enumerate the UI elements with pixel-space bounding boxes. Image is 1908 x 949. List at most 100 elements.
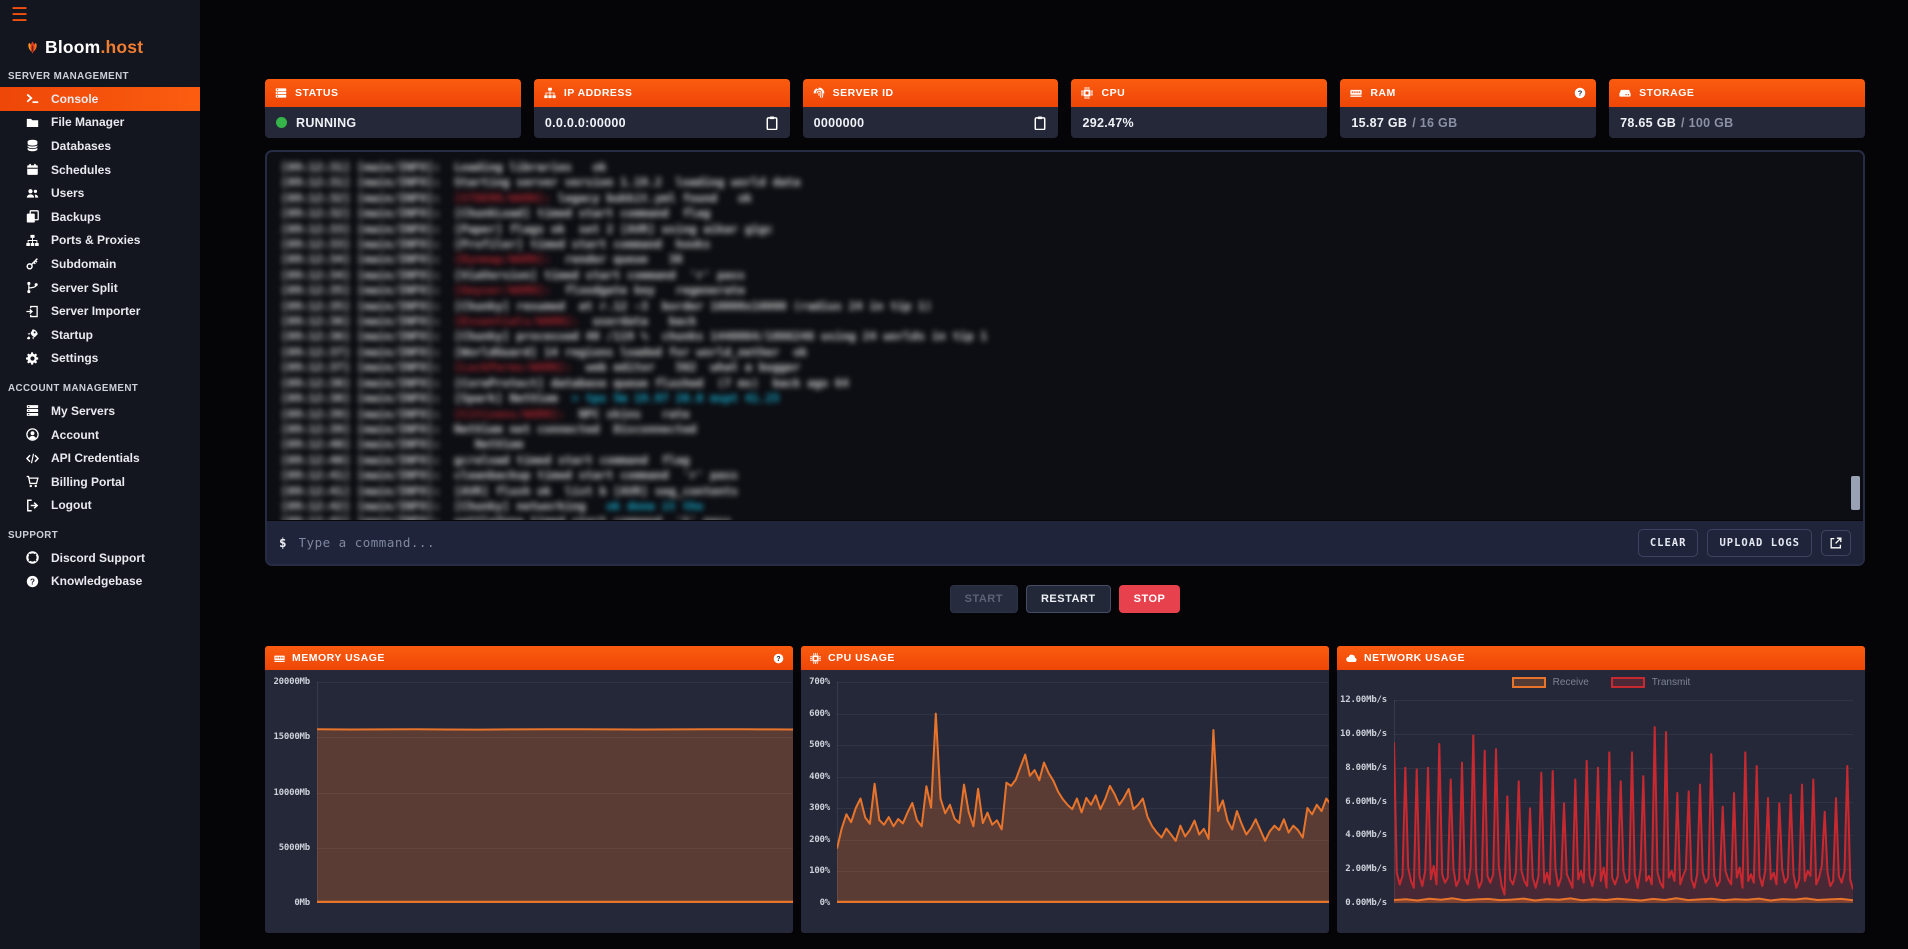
stop-button[interactable]: STOP bbox=[1119, 585, 1181, 613]
ram-icon bbox=[1350, 87, 1362, 99]
y-axis-tick: 6.00Mb/s bbox=[1337, 797, 1387, 807]
sidebar-item-label: Server Split bbox=[51, 281, 118, 295]
console-log-line: [09:12:37] [main/INFO]: [LuckPerms/WARN]… bbox=[281, 360, 1863, 375]
sidebar-item-label: Databases bbox=[51, 139, 111, 153]
sidebar-item-my-servers[interactable]: My Servers bbox=[0, 399, 200, 423]
sidebar-item-label: Logout bbox=[51, 498, 92, 512]
sidebar-item-schedules[interactable]: Schedules bbox=[0, 158, 200, 182]
console-log-line: [09:12:39] [main/INFO]: [Citizens/WARN]:… bbox=[281, 407, 1863, 422]
logout-icon bbox=[25, 499, 40, 512]
clear-button[interactable]: CLEAR bbox=[1638, 529, 1699, 557]
sidebar-nav: SERVER MANAGEMENTConsoleFile ManagerData… bbox=[0, 71, 200, 593]
sidebar-item-server-importer[interactable]: Server Importer bbox=[0, 299, 200, 323]
sidebar-item-api-credentials[interactable]: API Credentials bbox=[0, 446, 200, 470]
sidebar-item-label: Billing Portal bbox=[51, 475, 125, 489]
menu-icon[interactable]: ☰ bbox=[0, 0, 34, 25]
card-title: CPU bbox=[1101, 87, 1125, 99]
sidebar-item-label: Account bbox=[51, 428, 99, 442]
y-axis-tick: 300% bbox=[801, 803, 830, 813]
sidebar-item-settings[interactable]: Settings bbox=[0, 347, 200, 371]
help-button[interactable]: ? bbox=[773, 653, 784, 664]
card-value-total: / 16 GB bbox=[1412, 116, 1457, 130]
sidebar-item-label: Discord Support bbox=[51, 551, 145, 565]
console-log-line: [09:12:37] [main/INFO]: [WorldGuard] 14 … bbox=[281, 345, 1863, 360]
sidebar-item-server-split[interactable]: Server Split bbox=[0, 276, 200, 300]
legend-item-receive[interactable]: Receive bbox=[1512, 677, 1589, 688]
question-icon: ? bbox=[1574, 87, 1586, 99]
chart-series-svg bbox=[1394, 700, 1853, 903]
copy-button[interactable] bbox=[1033, 116, 1047, 130]
sidebar-item-ports-proxies[interactable]: Ports & Proxies bbox=[0, 229, 200, 253]
sidebar-item-label: Users bbox=[51, 186, 84, 200]
legend-swatch bbox=[1512, 677, 1546, 688]
upload-logs-button[interactable]: UPLOAD LOGS bbox=[1707, 529, 1812, 557]
y-axis-tick: 10.00Mb/s bbox=[1337, 729, 1387, 739]
card-value: RUNNING bbox=[296, 116, 356, 130]
expand-console-button[interactable] bbox=[1821, 530, 1851, 556]
y-axis-tick: 200% bbox=[801, 835, 830, 845]
sidebar-item-console[interactable]: Console bbox=[0, 87, 200, 111]
chart-title: CPU USAGE bbox=[828, 652, 895, 664]
legend-item-transmit[interactable]: Transmit bbox=[1611, 677, 1691, 688]
sidebar-item-users[interactable]: Users bbox=[0, 181, 200, 205]
sidebar-item-logout[interactable]: Logout bbox=[0, 494, 200, 518]
sidebar-item-discord-support[interactable]: Discord Support bbox=[0, 546, 200, 570]
card-value: 78.65 GB bbox=[1620, 116, 1676, 130]
y-axis-tick: 700% bbox=[801, 677, 830, 687]
card-header: SERVER ID bbox=[803, 79, 1059, 107]
sidebar-item-billing-portal[interactable]: Billing Portal bbox=[0, 470, 200, 494]
calendar-icon bbox=[25, 163, 40, 176]
legend-label: Receive bbox=[1553, 677, 1589, 688]
console-log[interactable]: [09:12:31] [main/INFO]: Loading librarie… bbox=[267, 152, 1863, 520]
copy-button[interactable] bbox=[765, 116, 779, 130]
logo[interactable]: Bloom.host bbox=[26, 37, 200, 58]
sidebar-item-subdomain[interactable]: Subdomain bbox=[0, 252, 200, 276]
console-scrollbar-thumb[interactable] bbox=[1851, 476, 1860, 510]
sitemap-icon bbox=[25, 234, 40, 247]
gear-icon bbox=[25, 352, 40, 365]
chart-plot-area: ReceiveTransmit12.00Mb/s10.00Mb/s8.00Mb/… bbox=[1337, 670, 1865, 933]
users-icon bbox=[25, 187, 40, 200]
console-log-line: [09:12:41] [main/INFO]: [AVR] flush ok l… bbox=[281, 484, 1863, 499]
console-log-line: [09:12:41] [main/INFO]: cleanbackup time… bbox=[281, 468, 1863, 483]
sidebar-item-label: Startup bbox=[51, 328, 93, 342]
sidebar-item-label: File Manager bbox=[51, 115, 124, 129]
card-server-id: SERVER ID0000000 bbox=[803, 79, 1059, 138]
section-label-account-management: ACCOUNT MANAGEMENT bbox=[8, 383, 200, 394]
terminal-icon bbox=[25, 92, 40, 105]
external-link-icon bbox=[1829, 536, 1843, 550]
console-log-line: [09:12:35] [main/INFO]: [Geyser/WARN]: f… bbox=[281, 283, 1863, 298]
cart-icon bbox=[25, 475, 40, 488]
status-dot bbox=[276, 117, 287, 128]
console-log-line: [09:12:40] [main/INFO]: NetViem bbox=[281, 437, 1863, 452]
sidebar-item-label: Console bbox=[51, 92, 98, 106]
command-prompt: $ bbox=[279, 535, 287, 550]
help-button[interactable]: ? bbox=[1574, 87, 1586, 99]
sidebar-item-knowledgebase[interactable]: ?Knowledgebase bbox=[0, 570, 200, 594]
svg-text:?: ? bbox=[776, 655, 780, 662]
restart-button[interactable]: RESTART bbox=[1026, 585, 1111, 613]
folder-icon bbox=[25, 116, 40, 129]
chip-icon bbox=[810, 653, 821, 664]
chart-header: MEMORY USAGE? bbox=[265, 646, 793, 670]
sidebar-item-startup[interactable]: Startup bbox=[0, 323, 200, 347]
sidebar-item-backups[interactable]: Backups bbox=[0, 205, 200, 229]
question-icon: ? bbox=[773, 653, 784, 664]
bloom-flower-icon bbox=[26, 41, 39, 54]
sidebar-item-databases[interactable]: Databases bbox=[0, 134, 200, 158]
command-input[interactable] bbox=[299, 535, 1629, 550]
start-button[interactable]: START bbox=[950, 585, 1018, 613]
main-content: STATUSRUNNINGIP ADDRESS0.0.0.0:00000SERV… bbox=[265, 0, 1865, 933]
y-axis-tick: 12.00Mb/s bbox=[1337, 695, 1387, 705]
svg-text:?: ? bbox=[1578, 89, 1583, 98]
sidebar-item-file-manager[interactable]: File Manager bbox=[0, 111, 200, 135]
card-header: STORAGE bbox=[1609, 79, 1865, 107]
branch-icon bbox=[25, 281, 40, 294]
card-value-row: 78.65 GB/ 100 GB bbox=[1609, 107, 1865, 138]
account-icon bbox=[25, 428, 40, 441]
console-log-line: [09:12:42] [main/INFO]: settlefena timed… bbox=[281, 514, 1863, 520]
legend-swatch bbox=[1611, 677, 1645, 688]
import-icon bbox=[25, 305, 40, 318]
sidebar-item-account[interactable]: Account bbox=[0, 423, 200, 447]
card-value: 15.87 GB bbox=[1351, 116, 1407, 130]
